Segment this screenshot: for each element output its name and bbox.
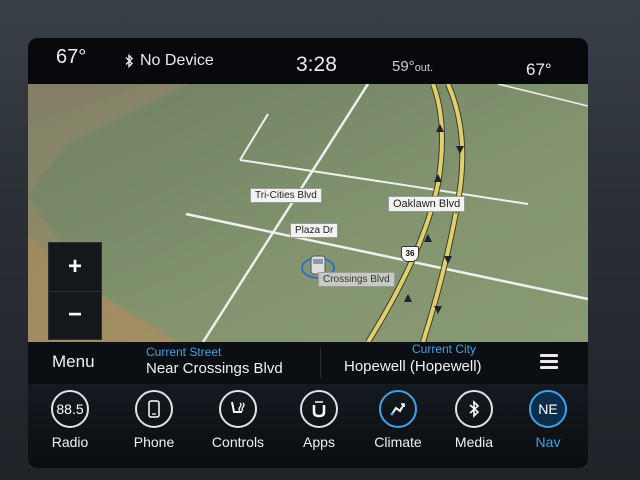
current-street-label: Current Street (146, 345, 222, 359)
dock-controls[interactable]: Controls (198, 390, 278, 466)
bluetooth-status[interactable]: No Device (124, 52, 214, 70)
dock-phone-label: Phone (133, 434, 175, 450)
road-label-crossings: Crossings Blvd (318, 272, 395, 287)
road-label-oaklawn: Oaklawn Blvd (388, 196, 466, 212)
dock-media-label: Media (454, 434, 494, 450)
driver-temperature[interactable]: 67° (56, 46, 86, 69)
outside-suffix: out. (414, 62, 434, 74)
hamburger-menu-icon[interactable] (540, 354, 558, 370)
dock-nav[interactable]: NE Nav (508, 390, 588, 466)
navigation-map[interactable]: Tri-Cities Blvd Plaza Dr Oaklawn Blvd Cr… (28, 84, 588, 342)
passenger-temperature[interactable]: 67° (526, 60, 552, 80)
clock: 3:28 (296, 53, 337, 76)
road-label-tri-cities: Tri-Cities Blvd (250, 188, 322, 203)
zoom-controls: + − (48, 242, 102, 340)
uconnect-apps-icon (300, 390, 338, 428)
zoom-out-button[interactable]: − (49, 291, 101, 339)
phone-icon (135, 390, 173, 428)
dock-climate-label: Climate (374, 434, 422, 450)
seat-controls-icon (219, 390, 257, 428)
nav-info-bar: Menu Current Street Near Crossings Blvd … (28, 342, 588, 384)
dock-apps-label: Apps (303, 434, 335, 450)
outside-temperature: 59°out. (392, 58, 434, 75)
status-bar: 67° No Device 3:28 59°out. 67° (28, 38, 588, 84)
dock-controls-label: Controls (211, 434, 265, 450)
info-divider (320, 348, 321, 378)
dock-phone[interactable]: Phone (114, 390, 194, 466)
current-city-value: Hopewell (Hopewell) (344, 358, 482, 375)
compass-icon: NE (529, 390, 567, 428)
dock-radio[interactable]: 88.5 Radio (30, 390, 110, 466)
bluetooth-device-label: No Device (140, 52, 214, 69)
route-shield-icon: 36 (401, 246, 419, 262)
road-label-plaza: Plaza Dr (290, 223, 339, 238)
zoom-in-button[interactable]: + (49, 243, 101, 292)
menu-button[interactable]: Menu (52, 352, 95, 372)
bluetooth-icon (125, 54, 133, 68)
dock-nav-label: Nav (535, 434, 561, 450)
bluetooth-media-icon (455, 390, 493, 428)
app-dock: 88.5 Radio Phone Controls Apps Climate M… (28, 384, 588, 468)
current-city-label: Current City (412, 342, 477, 356)
dock-climate[interactable]: Climate (358, 390, 438, 466)
radio-icon: 88.5 (51, 390, 89, 428)
map-canvas (28, 84, 588, 342)
dock-media[interactable]: Media (434, 390, 514, 466)
current-street-value: Near Crossings Blvd (146, 360, 283, 377)
dock-apps[interactable]: Apps (279, 390, 359, 466)
infotainment-screen: 67° No Device 3:28 59°out. 67° Tri-Citie… (28, 38, 588, 468)
dock-radio-label: Radio (51, 434, 89, 450)
climate-icon (379, 390, 417, 428)
